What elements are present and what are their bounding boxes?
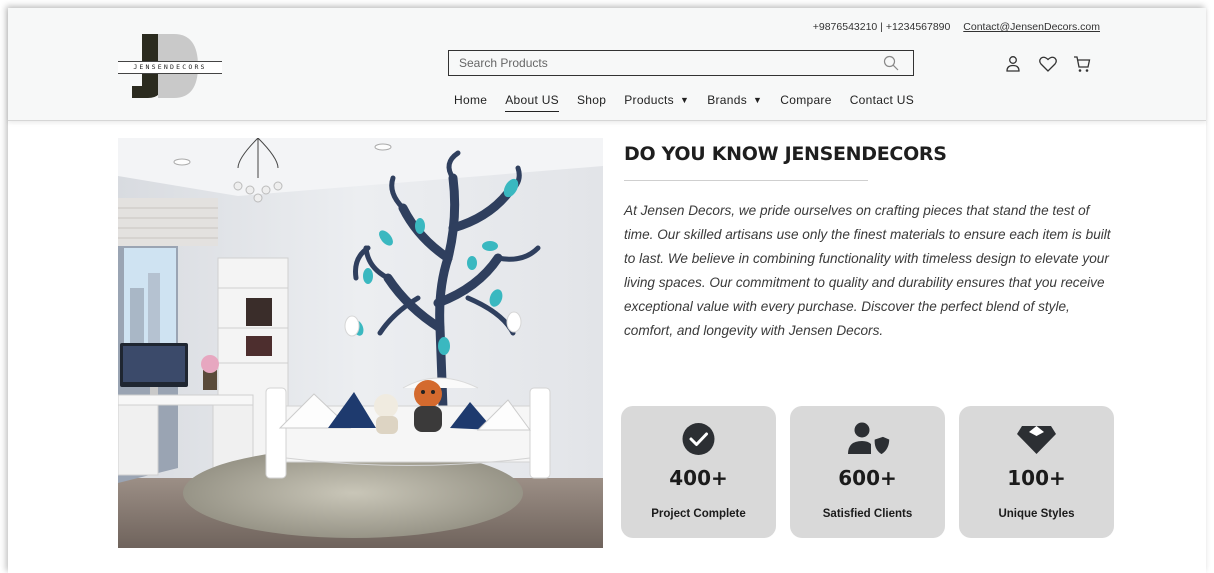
check-circle-icon — [621, 422, 776, 456]
stat-label: Unique Styles — [998, 508, 1075, 520]
contact-line: +9876543210 | +1234567890 Contact@Jensen… — [813, 21, 1100, 33]
cart-icon[interactable] — [1072, 54, 1092, 79]
site-header: JENSENDECORS +9876543210 | +1234567890 C… — [8, 8, 1206, 121]
contact-email-link[interactable]: Contact@JensenDecors.com — [963, 21, 1100, 33]
brand-logo[interactable]: JENSENDECORS — [118, 32, 222, 100]
nav-shop[interactable]: Shop — [577, 93, 606, 111]
stat-label: Satisfied Clients — [822, 508, 913, 520]
phone-numbers: +9876543210 | +1234567890 — [812, 21, 951, 33]
caret-down-icon: ▼ — [753, 95, 763, 105]
search-bar — [448, 50, 914, 76]
stat-value: 600+ — [838, 466, 897, 490]
about-title: DO YOU KNOW JENSENDECORS — [624, 143, 947, 165]
caret-down-icon: ▼ — [679, 95, 690, 105]
stat-card-projects: 400+ Project Complete — [621, 406, 776, 538]
stat-card-styles: 100+ Unique Styles — [959, 406, 1114, 538]
user-shield-icon — [790, 422, 945, 456]
nav-brands[interactable]: Brands ▼ — [707, 93, 762, 111]
room-photo — [118, 138, 603, 548]
about-paragraph: At Jensen Decors, we pride ourselves on … — [624, 203, 1111, 338]
search-input[interactable] — [449, 51, 889, 75]
nav-contact-us[interactable]: Contact US — [850, 93, 914, 111]
logo-wordmark: JENSENDECORS — [118, 61, 222, 74]
stat-label: Project Complete — [651, 508, 746, 520]
stat-value: 100+ — [1007, 466, 1066, 490]
stat-card-clients: 600+ Satisfied Clients — [790, 406, 945, 538]
nav-about-us[interactable]: About US — [505, 93, 559, 112]
search-icon[interactable] — [883, 55, 899, 71]
main-nav: Home About US Shop Products ▼ Brands ▼ Compare C… — [454, 91, 932, 115]
nav-products-label: Products — [624, 93, 674, 107]
user-icon[interactable] — [1004, 54, 1022, 79]
header-icons — [1004, 54, 1114, 76]
title-divider — [624, 180, 868, 181]
nav-brands-label: Brands — [707, 93, 748, 107]
page-frame: JENSENDECORS +9876543210 | +1234567890 C… — [8, 8, 1206, 573]
stat-value: 400+ — [669, 466, 728, 490]
nav-products[interactable]: Products ▼ — [624, 93, 689, 111]
nav-home[interactable]: Home — [454, 93, 487, 111]
nav-compare[interactable]: Compare — [780, 93, 831, 111]
heart-icon[interactable] — [1038, 54, 1058, 79]
gem-icon — [959, 422, 1114, 456]
